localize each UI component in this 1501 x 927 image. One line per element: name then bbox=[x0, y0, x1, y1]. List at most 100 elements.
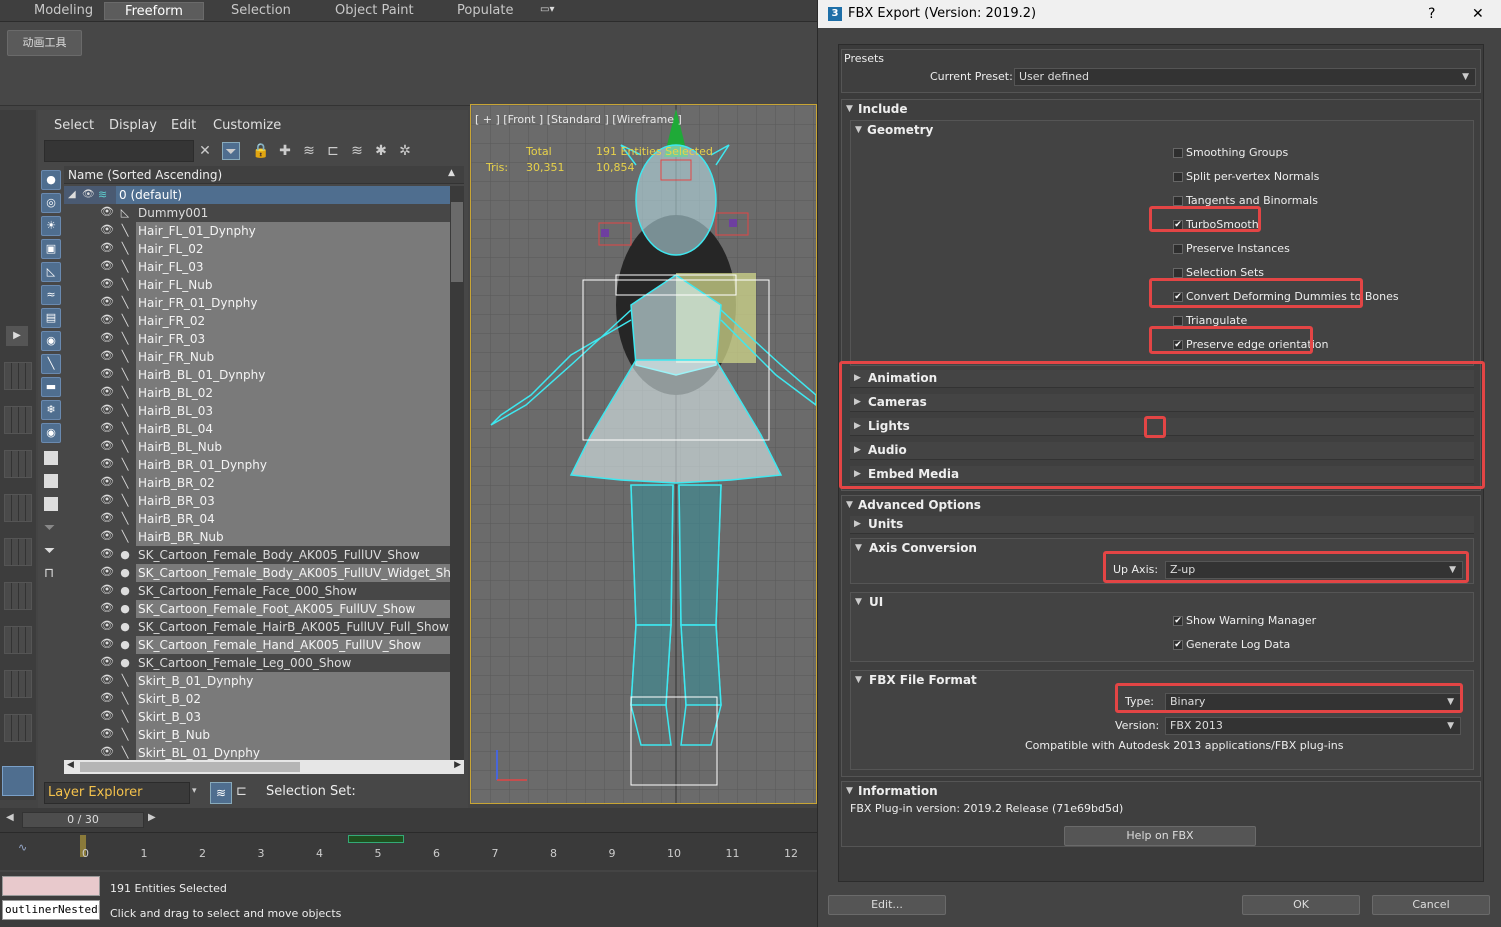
horizontal-scrollbar[interactable]: ◀ ▶ bbox=[64, 760, 464, 774]
eye-icon[interactable]: 👁 bbox=[100, 224, 114, 235]
viewport-layout-icon[interactable] bbox=[4, 626, 32, 654]
geometry-filter-icon[interactable]: ● bbox=[41, 170, 61, 190]
collapse-arrow-icon[interactable]: ▼ bbox=[855, 125, 862, 135]
collapse-arrow-icon[interactable]: ◢ bbox=[68, 186, 76, 204]
collapse-arrow-icon[interactable]: ▼ bbox=[855, 675, 862, 685]
chevron-down-icon[interactable]: ▾ bbox=[192, 786, 197, 796]
eye-icon[interactable]: 👁 bbox=[100, 422, 114, 433]
document-icon[interactable] bbox=[44, 451, 58, 465]
collapse-arrow-icon[interactable]: ▼ bbox=[846, 104, 853, 114]
eye-icon[interactable]: 👁 bbox=[100, 476, 114, 487]
list-item[interactable]: 👁 ● SK_Cartoon_Female_Hand_AK005_FullUV_Sh… bbox=[64, 636, 450, 654]
layers-toggle-icon[interactable]: ≋ bbox=[210, 782, 232, 804]
search-input[interactable] bbox=[44, 140, 194, 162]
edit-preset-button[interactable]: Edit... bbox=[828, 895, 946, 915]
information-label[interactable]: Information bbox=[858, 784, 938, 798]
funnel-icon[interactable]: ⏷ bbox=[44, 543, 55, 559]
geometry-label[interactable]: Geometry bbox=[867, 123, 933, 137]
list-item[interactable]: 👁 ╲ HairB_BR_Nub bbox=[64, 528, 450, 546]
tab-modeling[interactable]: Modeling bbox=[34, 2, 93, 20]
include-label[interactable]: Include bbox=[858, 102, 908, 116]
version-dropdown[interactable]: FBX 2013 ▼ bbox=[1165, 717, 1461, 735]
eye-icon[interactable]: 👁 bbox=[100, 350, 114, 361]
list-item[interactable]: 👁 ◺ Dummy001 bbox=[64, 204, 450, 222]
maxscript-listener[interactable] bbox=[2, 876, 100, 896]
checkbox-unchecked[interactable] bbox=[1173, 148, 1183, 158]
checkbox-unchecked[interactable] bbox=[1173, 172, 1183, 182]
scroll-right-icon[interactable]: ▶ bbox=[454, 760, 461, 770]
menu-customize[interactable]: Customize bbox=[213, 118, 281, 133]
fbx-file-format-label[interactable]: FBX File Format bbox=[869, 673, 977, 687]
expand-arrow-icon[interactable]: ▶ bbox=[6, 326, 28, 346]
viewport-layout-icon[interactable] bbox=[4, 362, 32, 390]
front-viewport[interactable]: [ + ] [Front ] [Standard ] [Wireframe ] … bbox=[470, 104, 817, 804]
collapse-arrow-icon[interactable]: ▼ bbox=[846, 500, 853, 510]
clear-icon[interactable]: ✕ bbox=[196, 142, 214, 160]
menu-display[interactable]: Display bbox=[109, 118, 157, 133]
eye-icon[interactable]: 👁 bbox=[100, 404, 114, 415]
eye-icon[interactable]: 👁 bbox=[100, 548, 114, 559]
menu-edit[interactable]: Edit bbox=[171, 118, 196, 133]
filter-off-icon[interactable]: ⏷ bbox=[44, 520, 55, 536]
viewport-layout-icon[interactable] bbox=[4, 450, 32, 478]
checkbox-unchecked[interactable] bbox=[1173, 196, 1183, 206]
list-item[interactable]: 👁 ╲ Skirt_B_03 bbox=[64, 708, 450, 726]
units-section[interactable]: ▶ Units bbox=[850, 516, 1474, 534]
particle-filter-icon[interactable]: ❄ bbox=[41, 400, 61, 420]
list-item[interactable]: 👁 ╲ HairB_BR_04 bbox=[64, 510, 450, 528]
vertical-scrollbar[interactable] bbox=[450, 186, 464, 760]
curve-editor-icon[interactable]: ∿ bbox=[18, 841, 27, 854]
eye-icon[interactable]: 👁 bbox=[82, 190, 96, 200]
visibility-filter-icon[interactable]: ◉ bbox=[41, 423, 61, 443]
eye-icon[interactable]: 👁 bbox=[100, 728, 114, 739]
layers-icon[interactable]: ≋ bbox=[300, 142, 318, 160]
prev-frame-icon[interactable]: ◀ bbox=[6, 812, 14, 823]
dialog-scroll-area[interactable]: Presets Current Preset: User defined ▼ ▼… bbox=[838, 44, 1485, 882]
eye-icon[interactable]: 👁 bbox=[100, 494, 114, 505]
axis-conversion-label[interactable]: Axis Conversion bbox=[869, 541, 977, 555]
help-on-fbx-button[interactable]: Help on FBX bbox=[1064, 826, 1256, 846]
close-icon[interactable]: ✕ bbox=[1472, 0, 1484, 28]
ribbon-options-icon[interactable]: ▭▾ bbox=[540, 4, 564, 18]
scroll-left-icon[interactable]: ◀ bbox=[67, 760, 74, 770]
list-item[interactable]: 👁 ╲ Skirt_B_01_Dynphy bbox=[64, 672, 450, 690]
eye-icon[interactable]: 👁 bbox=[100, 278, 114, 289]
ui-label[interactable]: UI bbox=[869, 595, 883, 609]
eye-icon[interactable]: 👁 bbox=[100, 206, 114, 217]
eye-icon[interactable]: 👁 bbox=[100, 566, 114, 577]
layer-row[interactable]: ◢ 👁 ≋ 0 (default) bbox=[64, 186, 450, 204]
collapse-arrow-icon[interactable]: ▼ bbox=[855, 543, 862, 553]
viewport-layout-icon[interactable] bbox=[4, 714, 32, 742]
eye-icon[interactable]: 👁 bbox=[100, 260, 114, 271]
eye-icon[interactable]: 👁 bbox=[100, 620, 114, 631]
light-icon[interactable]: ✱ bbox=[372, 142, 390, 160]
ok-button[interactable]: OK bbox=[1242, 895, 1360, 915]
advanced-options-label[interactable]: Advanced Options bbox=[858, 498, 981, 512]
spacewarp-filter-icon[interactable]: ≈ bbox=[41, 285, 61, 305]
eye-icon[interactable]: 👁 bbox=[100, 584, 114, 595]
dialog-title-bar[interactable]: 3 FBX Export (Version: 2019.2) ? ✕ bbox=[818, 0, 1501, 28]
eye-icon[interactable]: 👁 bbox=[100, 332, 114, 343]
list-item[interactable]: 👁 ╲ Hair_FL_03 bbox=[64, 258, 450, 276]
eye-icon[interactable]: 👁 bbox=[100, 710, 114, 721]
checkbox-checked[interactable]: ✔ bbox=[1173, 616, 1183, 626]
help-icon[interactable]: ? bbox=[1428, 0, 1435, 28]
lock-icon[interactable]: 🔒 bbox=[252, 142, 270, 160]
collapse-arrow-icon[interactable]: ▼ bbox=[855, 597, 862, 607]
eye-icon[interactable]: 👁 bbox=[100, 512, 114, 523]
list-item[interactable]: 👁 ╲ HairB_BR_01_Dynphy bbox=[64, 456, 450, 474]
scrollbar-thumb[interactable] bbox=[451, 202, 463, 282]
list-item[interactable]: 👁 ╲ HairB_BL_Nub bbox=[64, 438, 450, 456]
eye-icon[interactable]: 👁 bbox=[100, 692, 114, 703]
hierarchy-toggle-icon[interactable]: ⊏ bbox=[236, 784, 247, 799]
add-icon[interactable]: ✚ bbox=[276, 142, 294, 160]
list-item[interactable]: 👁 ╲ HairB_BL_03 bbox=[64, 402, 450, 420]
list-item[interactable]: 👁 ╲ Hair_FL_01_Dynphy bbox=[64, 222, 450, 240]
light-filter-icon[interactable]: ☀ bbox=[41, 216, 61, 236]
eye-icon[interactable]: 👁 bbox=[100, 656, 114, 667]
menu-select[interactable]: Select bbox=[54, 118, 94, 133]
checkbox-checked[interactable]: ✔ bbox=[1173, 640, 1183, 650]
scrollbar-thumb[interactable] bbox=[80, 762, 300, 772]
eye-icon[interactable]: 👁 bbox=[100, 386, 114, 397]
active-layout-icon[interactable] bbox=[2, 766, 34, 796]
